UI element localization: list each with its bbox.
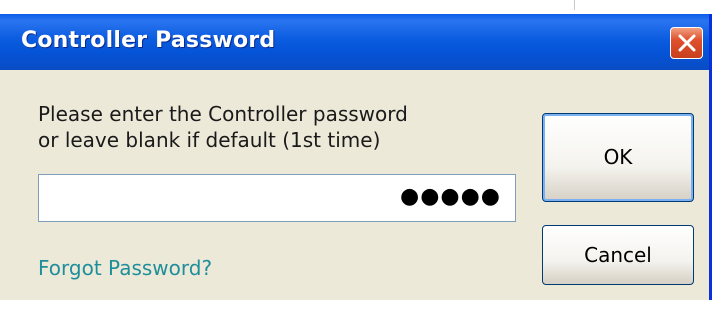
background-strip <box>0 0 717 14</box>
prompt-text-line-1: Please enter the Controller password <box>38 102 408 126</box>
close-icon <box>678 34 696 52</box>
prompt-text-line-2: or leave blank if default (1st time) <box>38 128 381 152</box>
dialog-title: Controller Password <box>21 28 276 53</box>
cancel-button[interactable]: Cancel <box>542 225 694 285</box>
title-bar[interactable]: Controller Password <box>0 14 709 70</box>
dialog-window: Controller Password Please enter the Con… <box>0 14 712 300</box>
background-divider <box>574 0 575 10</box>
dialog-body: Please enter the Controller password or … <box>0 70 709 300</box>
password-masked-value: ●●●●● <box>400 184 501 209</box>
password-field[interactable]: ●●●●● <box>38 174 516 222</box>
screen: Controller Password Please enter the Con… <box>0 0 717 309</box>
forgot-password-link[interactable]: Forgot Password? <box>38 256 212 280</box>
close-button[interactable] <box>670 27 703 59</box>
ok-button[interactable]: OK <box>542 113 694 202</box>
